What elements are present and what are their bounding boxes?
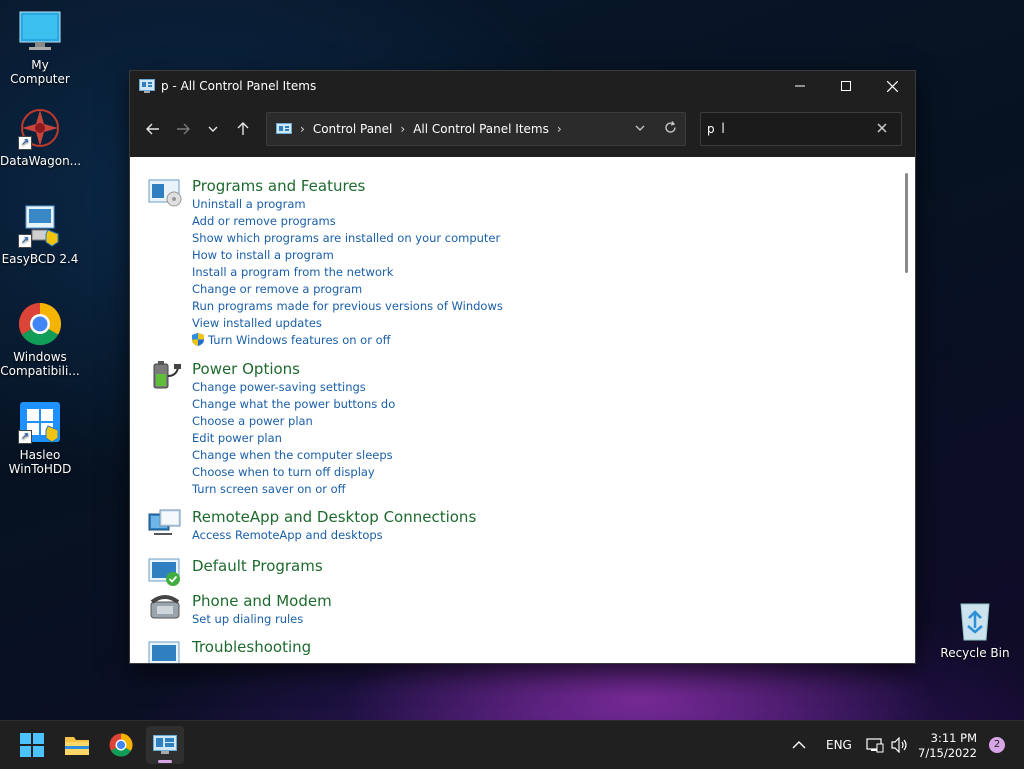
link-run-older-programs[interactable]: Run programs made for previous versions …	[192, 298, 503, 315]
desktop-icon-label: My Computer	[10, 58, 70, 86]
back-button[interactable]	[138, 114, 168, 144]
group-heading[interactable]: Default Programs	[192, 557, 323, 575]
chevron-right-icon[interactable]: ›	[400, 122, 405, 136]
address-bar[interactable]: › Control Panel › All Control Panel Item…	[266, 112, 686, 146]
desktop-icon-label: DataWagon...	[0, 154, 82, 168]
programs-and-features-icon	[148, 177, 182, 207]
clear-search-button[interactable]	[877, 122, 887, 137]
link-turn-off-display[interactable]: Choose when to turn off display	[192, 464, 395, 481]
desktop-icon-hasleo[interactable]: ↗ Hasleo WinToHDD	[0, 400, 80, 476]
group-heading[interactable]: Phone and Modem	[192, 592, 332, 610]
up-button[interactable]	[228, 114, 258, 144]
group-heading[interactable]: RemoteApp and Desktop Connections	[192, 508, 476, 526]
link-dialing-rules[interactable]: Set up dialing rules	[192, 611, 303, 628]
link-edit-power-plan[interactable]: Edit power plan	[192, 430, 395, 447]
control-panel-taskbar-button[interactable]	[146, 726, 184, 764]
shortcut-arrow-icon: ↗	[18, 136, 32, 150]
link-choose-power-plan[interactable]: Choose a power plan	[192, 413, 395, 430]
minimize-button[interactable]	[777, 71, 823, 101]
link-power-saving-settings[interactable]: Change power-saving settings	[192, 379, 395, 396]
text-cursor-icon: I	[721, 121, 726, 137]
desktop-icon-label: Windows Compatibili...	[0, 350, 80, 378]
link-access-remoteapp[interactable]: Access RemoteApp and desktops	[192, 527, 383, 544]
refresh-button[interactable]	[655, 120, 685, 138]
hasleo-icon: ↗	[18, 400, 62, 444]
chrome-taskbar-button[interactable]	[102, 726, 140, 764]
chrome-icon	[18, 302, 62, 346]
desktop-icon-recycle-bin[interactable]: Recycle Bin	[935, 598, 1015, 660]
navigation-bar: › Control Panel › All Control Panel Item…	[130, 101, 915, 157]
file-explorer-button[interactable]	[58, 726, 96, 764]
link-screen-saver[interactable]: Turn screen saver on or off	[192, 481, 395, 498]
desktop-icon-label: Hasleo WinToHDD	[8, 448, 72, 476]
link-turn-windows-features[interactable]: Turn Windows features on or off	[208, 333, 391, 347]
shortcut-arrow-icon: ↗	[18, 430, 32, 444]
power-options-icon	[148, 360, 182, 390]
chevron-right-icon[interactable]: ›	[557, 122, 562, 136]
monitor-icon	[18, 10, 62, 54]
link-power-buttons[interactable]: Change what the power buttons do	[192, 396, 395, 413]
link-how-to-install[interactable]: How to install a program	[192, 247, 503, 264]
link-install-from-network[interactable]: Install a program from the network	[192, 264, 503, 281]
start-button[interactable]	[13, 726, 51, 764]
link-uninstall-program[interactable]: Uninstall a program	[192, 196, 503, 213]
active-indicator	[158, 760, 172, 763]
volume-icon[interactable]	[891, 721, 909, 769]
group-heading[interactable]: Programs and Features	[192, 177, 365, 195]
link-windows-features-row[interactable]: Turn Windows features on or off	[192, 332, 503, 349]
control-panel-icon	[139, 79, 155, 93]
input-language[interactable]: ENG	[826, 721, 852, 769]
title-bar[interactable]: p - All Control Panel Items	[130, 71, 915, 101]
desktop-icon-label: EasyBCD 2.4	[1, 252, 79, 266]
link-computer-sleeps[interactable]: Change when the computer sleeps	[192, 447, 395, 464]
desktop-icon-label: Recycle Bin	[940, 646, 1010, 660]
link-show-installed-programs[interactable]: Show which programs are installed on you…	[192, 230, 503, 247]
desktop-icon-datawagon[interactable]: ↗ DataWagon...	[0, 106, 82, 168]
remoteapp-icon	[148, 508, 182, 538]
show-hidden-icons-button[interactable]	[792, 721, 806, 769]
datawagon-icon: ↗	[18, 106, 62, 150]
troubleshooting-icon	[148, 638, 182, 663]
phone-icon	[148, 592, 182, 622]
taskbar: ENG 3:11 PM 7/15/2022 2	[0, 720, 1024, 769]
shortcut-arrow-icon: ↗	[18, 234, 32, 248]
address-dropdown-button[interactable]	[625, 122, 655, 137]
notification-badge[interactable]: 2	[989, 737, 1005, 753]
vertical-scrollbar[interactable]	[905, 173, 908, 273]
recent-locations-button[interactable]	[198, 114, 228, 144]
maximize-button[interactable]	[823, 71, 869, 101]
window-title: p - All Control Panel Items	[161, 79, 317, 93]
link-change-remove-program[interactable]: Change or remove a program	[192, 281, 503, 298]
search-value: p	[707, 122, 715, 136]
recycle-bin-icon	[953, 598, 997, 642]
results-pane: Programs and Features Uninstall a progra…	[130, 157, 915, 663]
network-icon[interactable]	[866, 721, 884, 769]
desktop-icon-my-computer[interactable]: My Computer	[0, 10, 80, 86]
breadcrumb-control-panel[interactable]: Control Panel	[313, 122, 393, 136]
search-input[interactable]: p I	[700, 112, 902, 146]
control-panel-window: p - All Control Panel Items › Control Pa…	[129, 70, 916, 664]
link-add-remove-programs[interactable]: Add or remove programs	[192, 213, 503, 230]
breadcrumb-all-control-panel-items[interactable]: All Control Panel Items	[413, 122, 549, 136]
group-heading[interactable]: Troubleshooting	[192, 638, 311, 656]
uac-shield-icon	[192, 333, 204, 346]
desktop-icon-easybcd[interactable]: ↗ EasyBCD 2.4	[0, 204, 80, 266]
chevron-right-icon[interactable]: ›	[300, 122, 305, 136]
clock-date: 7/15/2022	[918, 746, 977, 760]
control-panel-icon	[276, 122, 292, 136]
easybcd-icon: ↗	[18, 204, 62, 248]
clock[interactable]: 3:11 PM 7/15/2022	[918, 731, 977, 761]
desktop-icon-windows-compatibility[interactable]: Windows Compatibili...	[0, 302, 80, 378]
clock-time: 3:11 PM	[930, 731, 977, 745]
forward-button[interactable]	[168, 114, 198, 144]
close-button[interactable]	[869, 71, 915, 101]
group-heading[interactable]: Power Options	[192, 360, 300, 378]
default-programs-icon	[148, 557, 182, 587]
link-view-installed-updates[interactable]: View installed updates	[192, 315, 503, 332]
